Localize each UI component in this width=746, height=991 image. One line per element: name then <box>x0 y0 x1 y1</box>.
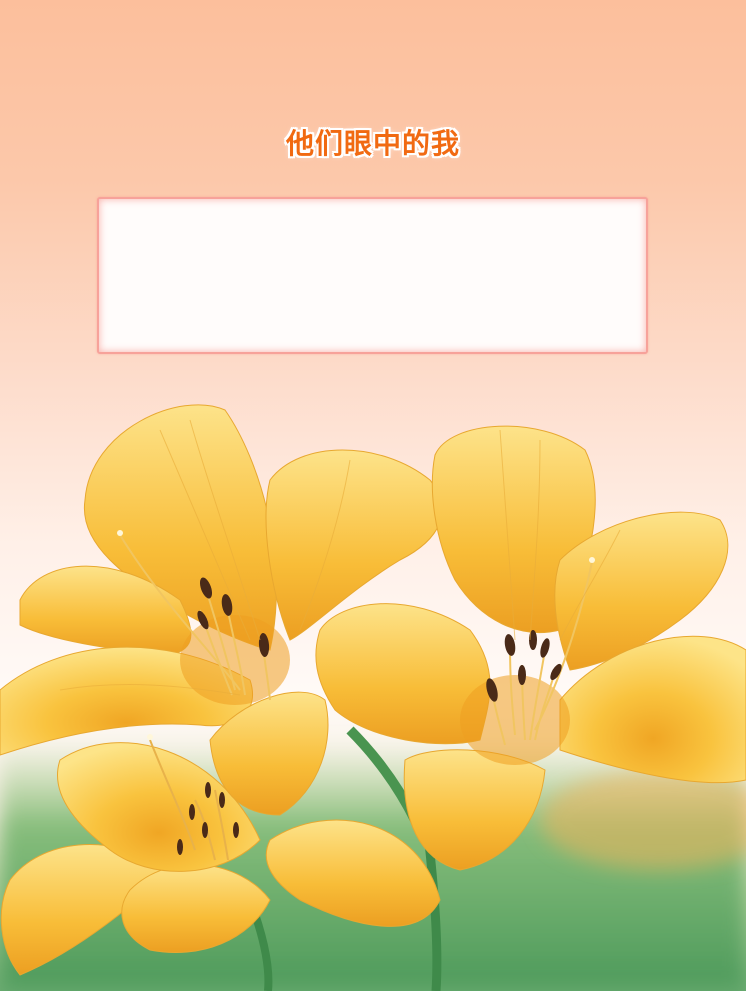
comment-box[interactable] <box>97 197 648 354</box>
page-title: 他们眼中的我 <box>285 127 460 160</box>
card: 他们眼中的我 <box>0 0 746 991</box>
